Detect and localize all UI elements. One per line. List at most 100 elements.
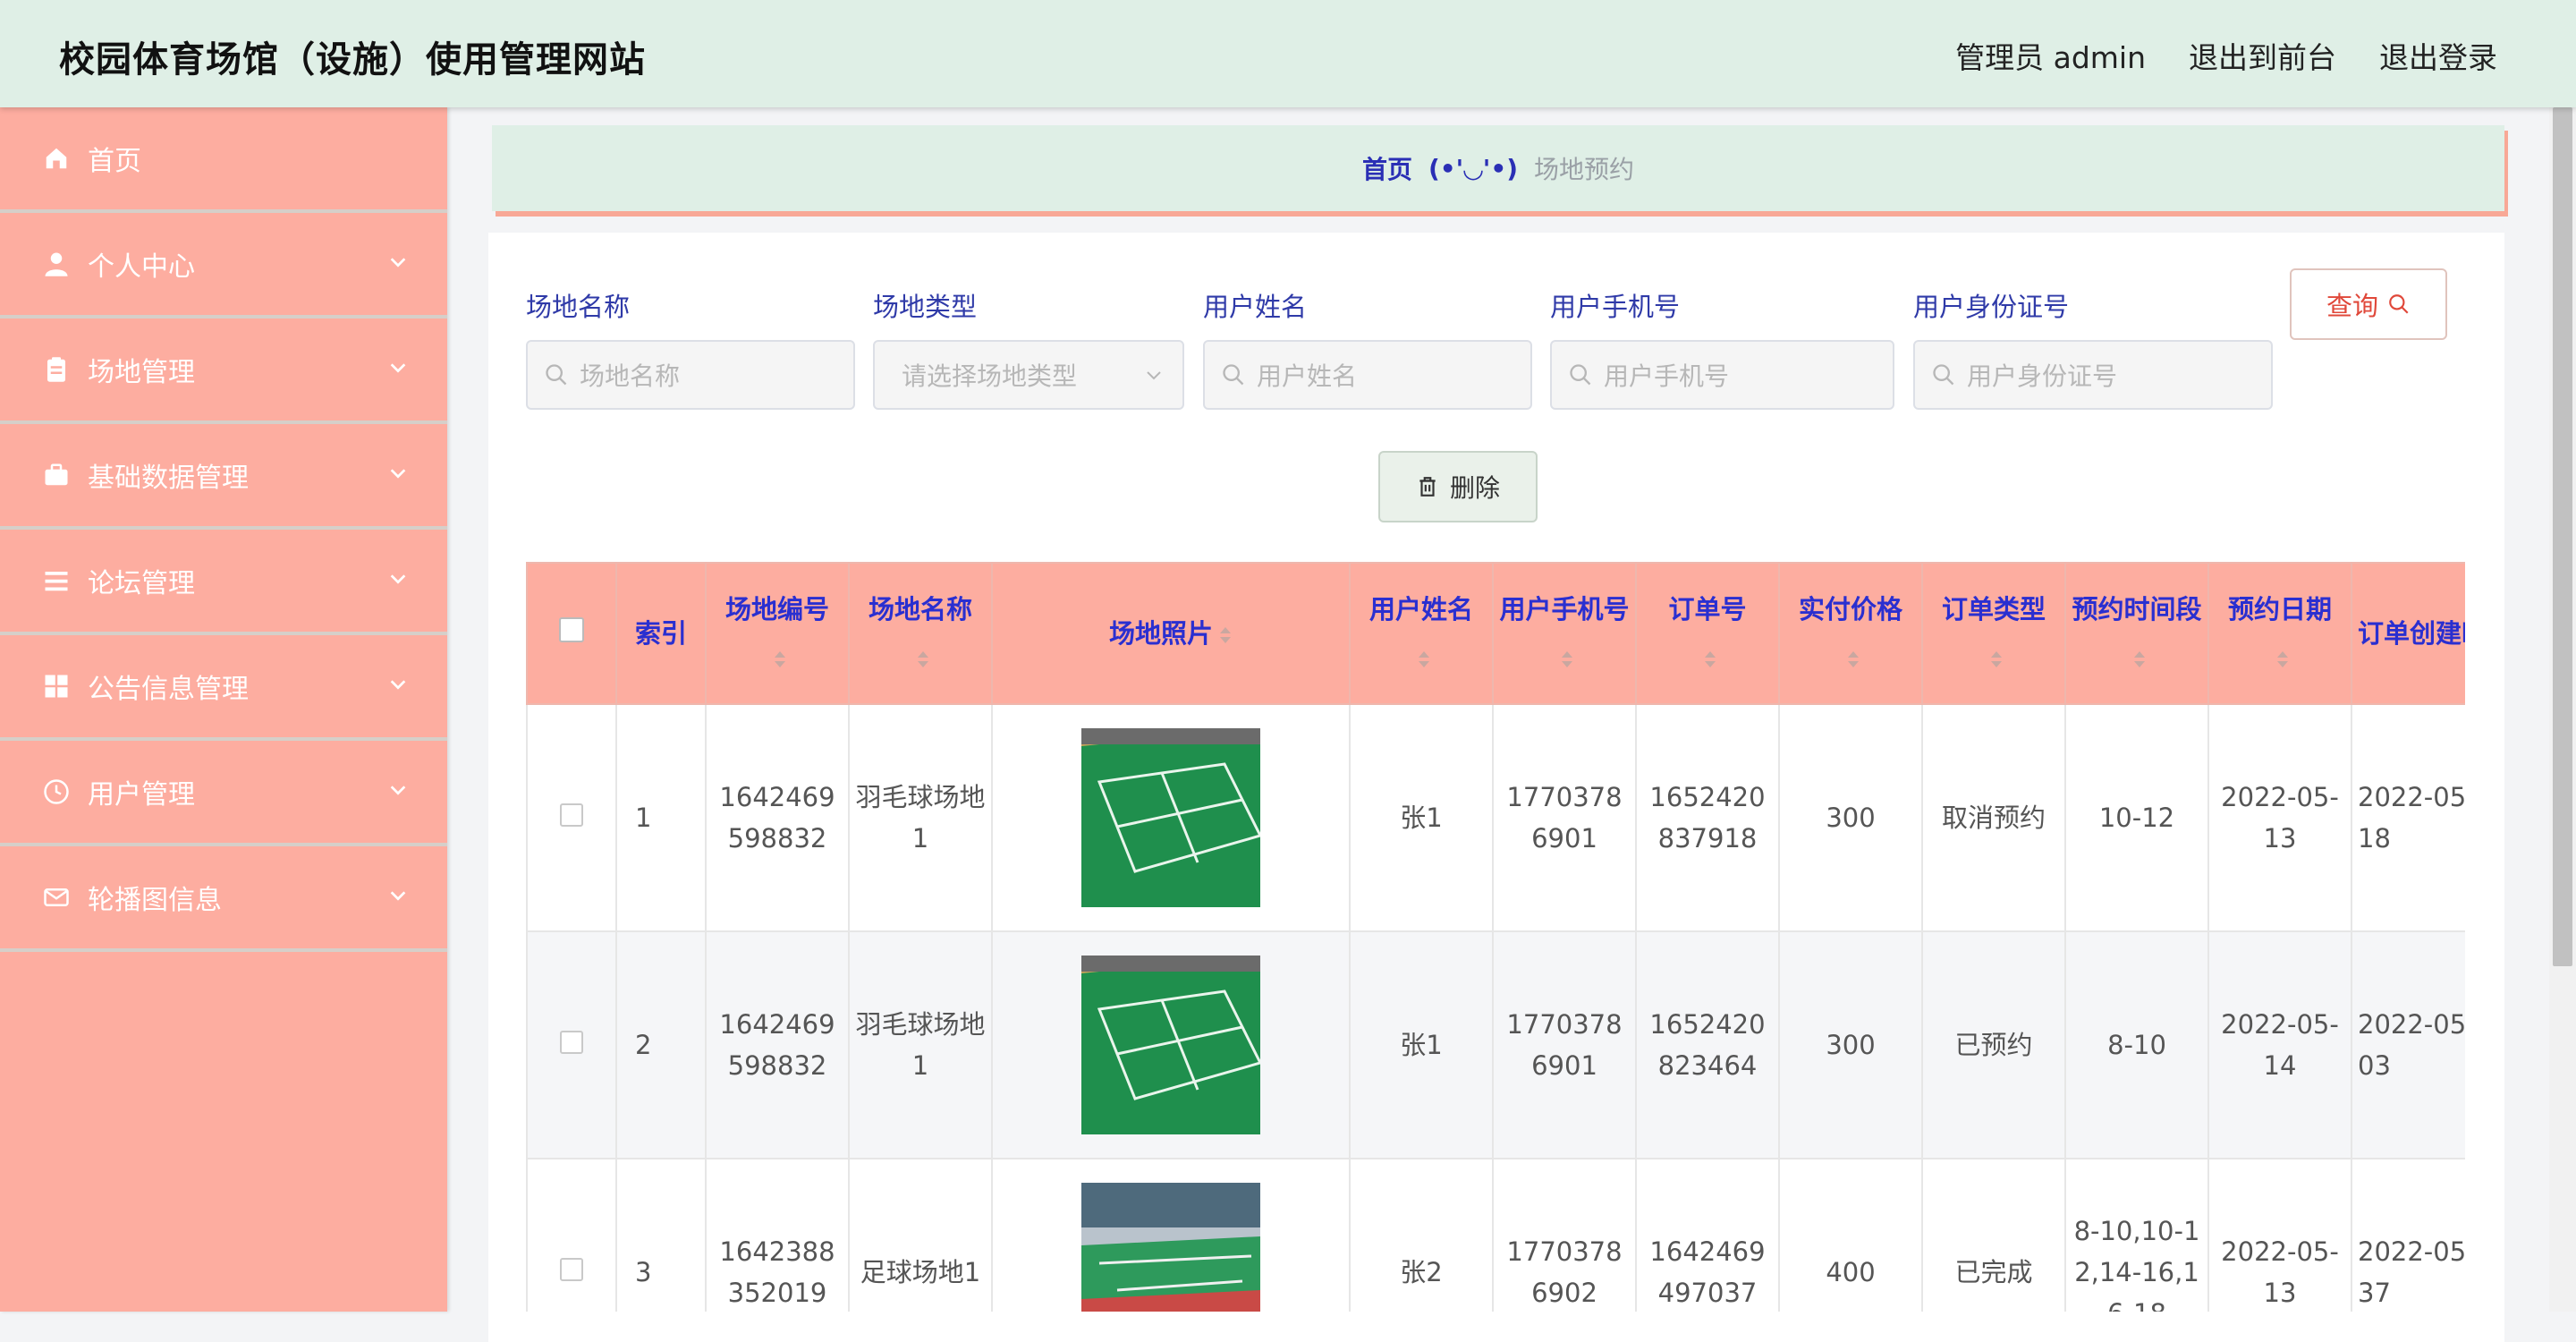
select-all-checkbox[interactable] [559, 617, 584, 642]
venue-photo-cell [991, 703, 1351, 932]
chevron-down-icon [390, 469, 406, 479]
breadcrumb-home[interactable]: 首页 [1362, 150, 1412, 186]
column-header[interactable]: 场地照片 [991, 562, 1351, 705]
sort-icon[interactable] [916, 650, 930, 669]
top-header: 校园体育场馆（设施）使用管理网站 管理员 admin 退出到前台 退出登录 [0, 0, 2576, 107]
search-icon [2389, 294, 2409, 314]
delete-button[interactable]: 删除 [1378, 451, 1538, 522]
order-type-cell: 取消预约 [1921, 703, 2066, 932]
exit-to-front-link[interactable]: 退出到前台 [2189, 34, 2336, 77]
sort-icon[interactable] [1846, 650, 1860, 669]
row-select-cell[interactable] [526, 930, 617, 1159]
venue-name-cell: 羽毛球场地1 [848, 703, 993, 932]
search-icon [1570, 364, 1591, 386]
time-slot-cell: 8-10,10-12,14-16,16-18 [2064, 1158, 2209, 1312]
sidebar-item-announcements[interactable]: 公告信息管理 [0, 635, 447, 741]
created-time-cell: 2022-05-13 13:47:18 [2351, 703, 2465, 932]
column-header[interactable]: 预约时间段 [2064, 562, 2209, 705]
venue-photo-cell [991, 1158, 1351, 1312]
query-label: 查询 [2326, 291, 2378, 321]
badminton-court-image [1081, 956, 1260, 1134]
sidebar-item-label: 个人中心 [88, 251, 195, 283]
sidebar-item-label: 基础数据管理 [88, 463, 249, 494]
sort-icon[interactable] [1417, 650, 1431, 669]
select-all-cell[interactable] [526, 562, 617, 705]
query-button[interactable]: 查询 [2290, 268, 2447, 340]
column-header[interactable]: 场地编号 [705, 562, 850, 705]
user-phone-cell: 17703786902 [1492, 1158, 1637, 1312]
venue-name-cell: 羽毛球场地1 [848, 930, 993, 1159]
court-image [1081, 1183, 1260, 1312]
sidebar-item-basic-data[interactable]: 基础数据管理 [0, 424, 447, 530]
scrollbar-thumb[interactable] [2553, 107, 2572, 966]
venue-name-input[interactable]: 场地名称 [526, 340, 855, 410]
sidebar-item-label: 轮播图信息 [88, 885, 222, 916]
time-slot-cell: 10-12 [2064, 703, 2209, 932]
venue-code-cell: 1642469598832 [705, 703, 850, 932]
order-number-cell: 1642469497037 [1635, 1158, 1780, 1312]
sort-icon[interactable] [2132, 650, 2147, 669]
delete-label: 删除 [1449, 473, 1500, 503]
column-header[interactable]: 用户手机号 [1492, 562, 1637, 705]
sidebar-item-personal-center[interactable]: 个人中心 [0, 213, 447, 319]
filter-label-user-name: 用户姓名 [1203, 292, 1308, 322]
column-header[interactable]: 订单号 [1635, 562, 1780, 705]
column-header[interactable]: 用户姓名 [1349, 562, 1494, 705]
column-header[interactable]: 场地名称 [848, 562, 993, 705]
filter-label-venue-name: 场地名称 [526, 292, 631, 322]
sort-icon[interactable] [1703, 650, 1717, 669]
index-cell: 1 [615, 703, 707, 932]
venue-type-select[interactable]: 请选择场地类型 [873, 340, 1184, 410]
sort-icon[interactable] [773, 650, 787, 669]
table-row[interactable]: 2 1642469598832 羽毛球场地1 张1 17703786901 16… [526, 930, 2465, 1159]
chevron-down-icon [1147, 371, 1161, 380]
venue-code-cell: 1642388352019 [705, 1158, 850, 1312]
sort-icon[interactable] [2275, 650, 2290, 669]
mail-icon [41, 882, 72, 913]
sidebar-item-users[interactable]: 用户管理 [0, 741, 447, 846]
chevron-down-icon [390, 574, 406, 584]
user-id-input[interactable]: 用户身份证号 [1913, 340, 2273, 410]
row-checkbox[interactable] [560, 803, 583, 827]
chevron-down-icon [390, 786, 406, 795]
select-placeholder: 请选择场地类型 [902, 361, 1078, 391]
logout-link[interactable]: 退出登录 [2379, 34, 2497, 77]
order-type-cell: 已完成 [1921, 1158, 2066, 1312]
sort-icon[interactable] [1989, 650, 2004, 669]
column-header[interactable]: 订单创建时间 [2351, 562, 2465, 705]
row-select-cell[interactable] [526, 1158, 617, 1312]
user-icon [41, 249, 72, 279]
column-header[interactable]: 实付价格 [1778, 562, 1923, 705]
order-number-cell: 1652420837918 [1635, 703, 1780, 932]
sidebar-item-label: 论坛管理 [88, 568, 195, 599]
table-row[interactable]: 1 1642469598832 羽毛球场地1 张1 17703786901 16… [526, 703, 2465, 932]
price-cell: 400 [1778, 1158, 1923, 1312]
header-actions: 管理员 admin 退出到前台 退出登录 [1955, 34, 2497, 77]
order-type-cell: 已预约 [1921, 930, 2066, 1159]
column-header[interactable]: 预约日期 [2207, 562, 2352, 705]
row-select-cell[interactable] [526, 703, 617, 932]
sort-icon[interactable] [1218, 625, 1233, 645]
index-cell: 3 [615, 1158, 707, 1312]
app-title: 校园体育场馆（设施）使用管理网站 [59, 39, 646, 81]
sidebar-item-label: 首页 [88, 146, 141, 177]
filter-label-venue-type: 场地类型 [873, 292, 978, 322]
user-name-input[interactable]: 用户姓名 [1203, 340, 1532, 410]
column-header[interactable]: 订单类型 [1921, 562, 2066, 705]
trash-icon [1419, 477, 1436, 497]
sidebar-item-label: 公告信息管理 [88, 674, 249, 705]
sidebar-item-venue-management[interactable]: 场地管理 [0, 319, 447, 424]
sidebar-item-carousel[interactable]: 轮播图信息 [0, 846, 447, 952]
row-checkbox[interactable] [560, 1031, 583, 1054]
sidebar-item-home[interactable]: 首页 [0, 107, 447, 213]
sidebar-item-forum[interactable]: 论坛管理 [0, 530, 447, 635]
sort-icon[interactable] [1560, 650, 1574, 669]
user-name-cell: 张1 [1349, 703, 1494, 932]
page-scrollbar[interactable] [2549, 107, 2576, 1312]
row-checkbox[interactable] [560, 1258, 583, 1281]
venue-name-cell: 足球场地1 [848, 1158, 993, 1312]
user-phone-input[interactable]: 用户手机号 [1550, 340, 1894, 410]
input-placeholder: 用户姓名 [1257, 361, 1358, 391]
table-row[interactable]: 3 1642388352019 足球场地1 张2 17703786902 164… [526, 1158, 2465, 1312]
sidebar-item-label: 场地管理 [88, 357, 195, 388]
